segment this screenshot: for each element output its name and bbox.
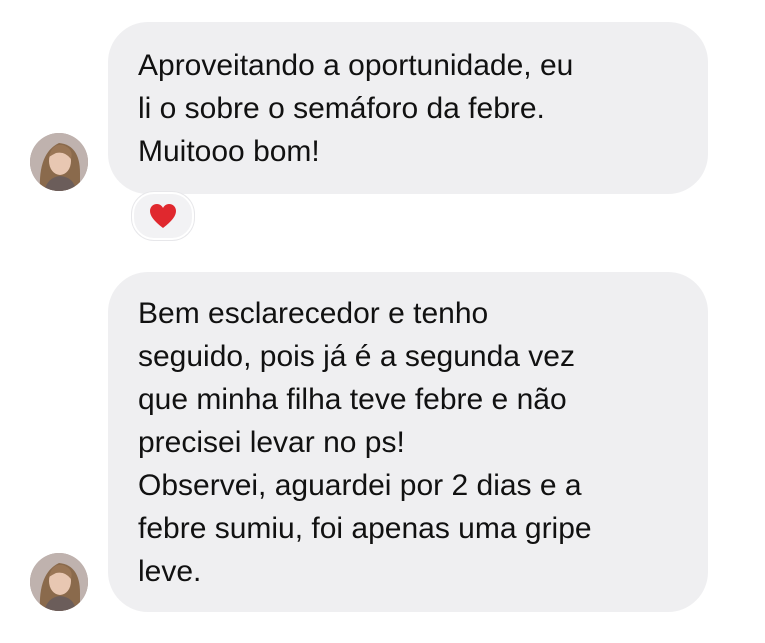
avatar-photo-icon	[30, 133, 88, 191]
message-bubble[interactable]: Bem esclarecedor e tenho seguido, pois j…	[108, 272, 708, 612]
avatar[interactable]	[30, 553, 88, 611]
avatar[interactable]	[30, 133, 88, 191]
heart-icon	[150, 204, 176, 228]
chat-thread: Aproveitando a oportunidade, eu li o sob…	[0, 0, 765, 643]
avatar-photo-icon	[30, 553, 88, 611]
message-bubble[interactable]: Aproveitando a oportunidade, eu li o sob…	[108, 22, 708, 194]
reaction-badge[interactable]	[132, 192, 194, 240]
